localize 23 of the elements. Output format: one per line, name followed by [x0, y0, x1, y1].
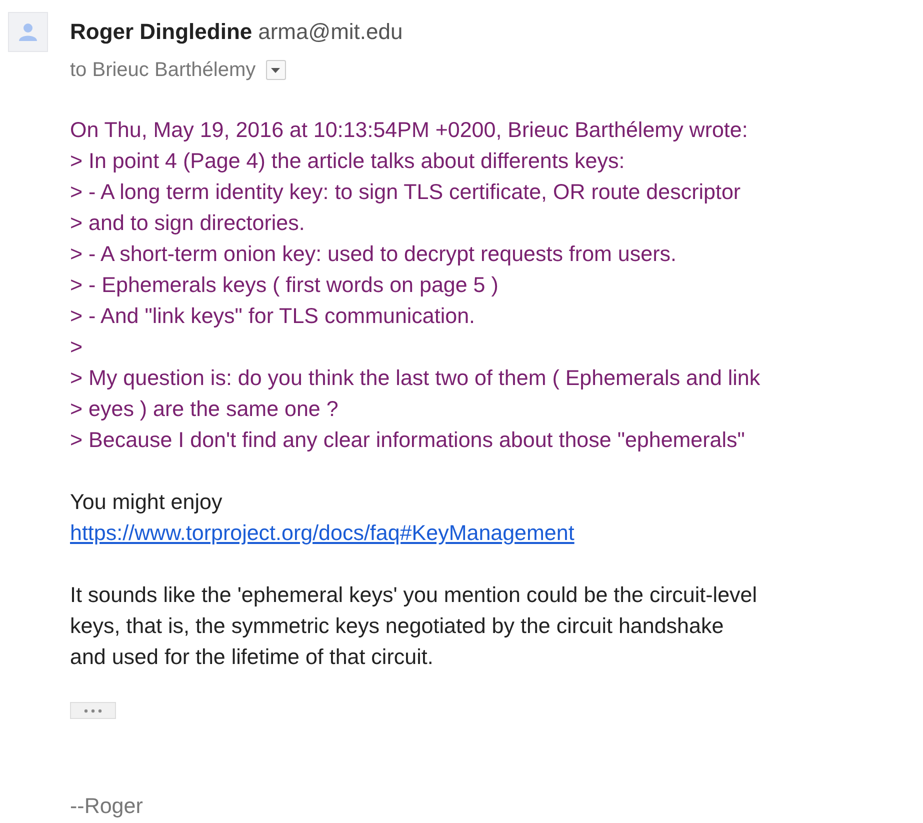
quote-line: > — [70, 334, 84, 361]
show-trimmed-button[interactable] — [70, 702, 116, 719]
faq-link[interactable]: https://www.torproject.org/docs/faq#KeyManagement — [70, 518, 574, 549]
quote-line: On Thu, May 19, 2016 at 10:13:54PM +0200, Brieuc Barthélemy wrote: — [70, 117, 749, 144]
body-text: You might enjoy — [70, 489, 224, 516]
body-paragraph: It sounds like the 'ephemeral keys' you mention could be the circuit-level keys, that is, the symmetric keys negotiated by the circuit handshake and used for the lifetime of that circuit. — [70, 582, 758, 671]
quote-line: > - Ephemerals keys ( first words on page 5 ) — [70, 272, 500, 299]
quote-line: > In point 4 (Page 4) the article talks about differents keys: — [70, 148, 626, 175]
signature: --Roger — [70, 793, 144, 819]
person-icon — [18, 22, 38, 42]
sender-name: Roger Dingledine — [70, 19, 252, 45]
quote-line: > eyes ) are the same one ? — [70, 396, 340, 423]
quote-line: > - And "link keys" for TLS communication. — [70, 303, 476, 330]
quote-line: > - A short-term onion key: used to decrypt requests from users. — [70, 241, 678, 268]
caret-icon — [271, 68, 280, 72]
quote-line: > - A long term identity key: to sign TLS certificate, OR route descriptor — [70, 179, 742, 206]
quote-line: > Because I don't find any clear informations about those "ephemerals" — [70, 427, 746, 454]
quote-line: > My question is: do you think the last two of them ( Ephemerals and link — [70, 365, 762, 392]
ellipsis-icon — [83, 708, 103, 712]
recipient: to Brieuc Barthélemy — [70, 58, 256, 83]
details-dropdown[interactable] — [266, 60, 286, 80]
quote-line: > and to sign directories. — [70, 210, 306, 237]
sender-email: arma@mit.edu — [258, 19, 403, 45]
